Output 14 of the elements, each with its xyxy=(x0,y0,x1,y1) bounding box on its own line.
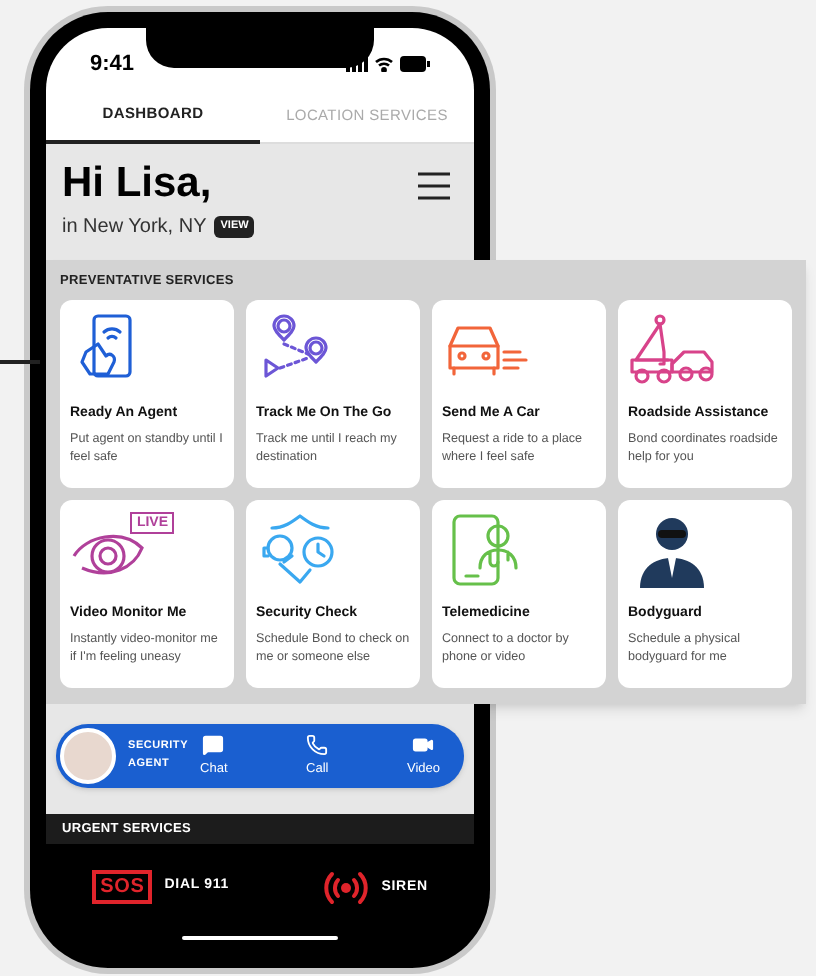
greeting-title: Hi Lisa, xyxy=(62,160,214,208)
menu-icon[interactable] xyxy=(418,172,450,200)
avatar xyxy=(60,728,116,784)
wifi-icon xyxy=(374,56,394,72)
battery-icon xyxy=(400,56,430,72)
tow-truck-icon xyxy=(628,311,716,388)
chat-icon xyxy=(202,733,225,756)
status-time: 9:41 xyxy=(90,49,135,80)
signal-icon xyxy=(346,56,368,72)
sos-badge: SOS xyxy=(92,870,153,904)
location-text: in New York, NY xyxy=(62,214,207,242)
phone-icon xyxy=(306,733,329,756)
video-camera-icon xyxy=(412,733,435,756)
siren-icon xyxy=(321,870,370,906)
